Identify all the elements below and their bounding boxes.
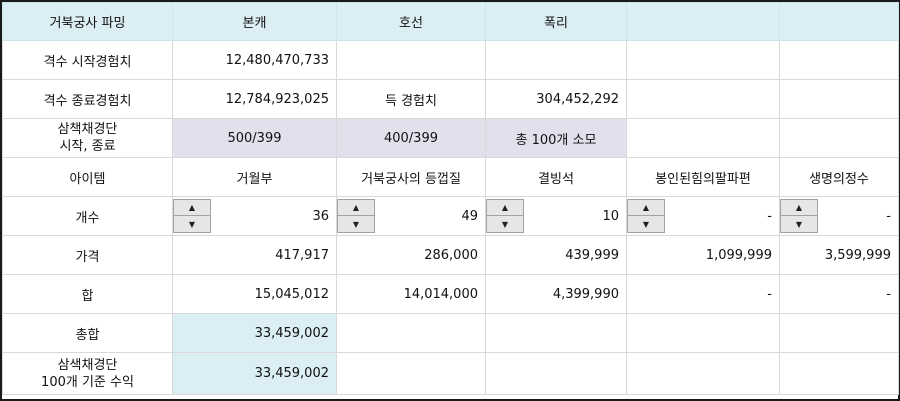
- header-cell-title: 거북궁사 파밍: [2, 2, 173, 41]
- scroll-hoseon-value[interactable]: 400/399: [336, 118, 486, 158]
- empty-cell[interactable]: [485, 313, 627, 353]
- gain-exp-value[interactable]: 304,452,292: [485, 79, 627, 119]
- price-value[interactable]: 417,917: [172, 235, 337, 275]
- header-cell-empty: [626, 2, 780, 41]
- header-cell-main: 본캐: [172, 2, 337, 41]
- empty-cell[interactable]: [626, 118, 780, 158]
- header-cell-hoseon: 호선: [336, 2, 486, 41]
- gain-exp-label: 득 경험치: [336, 79, 486, 119]
- scroll-row: 삼책채경단 시작, 종료 500/399 400/399 총 100개 소모: [2, 118, 899, 158]
- empty-cell[interactable]: [626, 313, 780, 353]
- count-cell: ▲ ▼ 10: [485, 196, 627, 236]
- profit-label: 삼색채경단 100개 기준 수익: [2, 352, 173, 395]
- total-label: 총합: [2, 313, 173, 353]
- spinner-down-icon[interactable]: ▼: [780, 216, 818, 233]
- end-exp-row: 격수 종료경험치 12,784,923,025 득 경험치 304,452,29…: [2, 79, 899, 119]
- subtotal-value[interactable]: -: [626, 274, 780, 314]
- subtotal-value[interactable]: 15,045,012: [172, 274, 337, 314]
- spinner: ▲ ▼: [627, 199, 665, 233]
- empty-cell[interactable]: [626, 79, 780, 119]
- count-value[interactable]: 49: [375, 209, 478, 224]
- spinner: ▲ ▼: [337, 199, 375, 233]
- item-name: 결빙석: [485, 157, 627, 197]
- subtotal-row: 합 15,045,012 14,014,000 4,399,990 - -: [2, 274, 899, 314]
- spinner-down-icon[interactable]: ▼: [337, 216, 375, 233]
- spinner-up-icon[interactable]: ▲: [627, 199, 665, 216]
- spinner-up-icon[interactable]: ▲: [486, 199, 524, 216]
- spinner: ▲ ▼: [780, 199, 818, 233]
- empty-cell[interactable]: [626, 40, 780, 80]
- profit-row: 삼색채경단 100개 기준 수익 33,459,002: [2, 352, 899, 395]
- end-exp-label: 격수 종료경험치: [2, 79, 173, 119]
- subtotal-label: 합: [2, 274, 173, 314]
- start-exp-value[interactable]: 12,480,470,733: [172, 40, 337, 80]
- end-exp-value[interactable]: 12,784,923,025: [172, 79, 337, 119]
- count-value[interactable]: 10: [524, 209, 619, 224]
- spinner-down-icon[interactable]: ▼: [627, 216, 665, 233]
- header-cell-empty: [779, 2, 899, 41]
- price-label: 가격: [2, 235, 173, 275]
- count-cell: ▲ ▼ 49: [336, 196, 486, 236]
- empty-cell[interactable]: [779, 313, 899, 353]
- spinner: ▲ ▼: [173, 199, 211, 233]
- empty-cell[interactable]: [779, 118, 899, 158]
- subtotal-value[interactable]: 4,399,990: [485, 274, 627, 314]
- profit-label-line2: 100개 기준 수익: [41, 374, 134, 390]
- spinner-up-icon[interactable]: ▲: [337, 199, 375, 216]
- spinner-up-icon[interactable]: ▲: [173, 199, 211, 216]
- scroll-label-line1: 삼책채경단: [57, 122, 118, 137]
- empty-cell[interactable]: [779, 79, 899, 119]
- empty-cell[interactable]: [779, 352, 899, 395]
- header-row: 거북궁사 파밍 본캐 호선 폭리: [2, 2, 899, 41]
- total-value[interactable]: 33,459,002: [172, 313, 337, 353]
- header-cell-pokri: 폭리: [485, 2, 627, 41]
- price-row: 가격 417,917 286,000 439,999 1,099,999 3,5…: [2, 235, 899, 275]
- empty-cell[interactable]: [485, 40, 627, 80]
- price-value[interactable]: 1,099,999: [626, 235, 780, 275]
- count-cell: ▲ ▼ -: [779, 196, 899, 236]
- price-value[interactable]: 286,000: [336, 235, 486, 275]
- subtotal-value[interactable]: 14,014,000: [336, 274, 486, 314]
- count-row: 개수 ▲ ▼ 36 ▲ ▼ 49 ▲ ▼ 10 ▲ ▼ - ▲ ▼ -: [2, 196, 899, 236]
- empty-cell[interactable]: [336, 40, 486, 80]
- spinner-down-icon[interactable]: ▼: [173, 216, 211, 233]
- spinner: ▲ ▼: [486, 199, 524, 233]
- start-exp-label: 격수 시작경험치: [2, 40, 173, 80]
- spinner-up-icon[interactable]: ▲: [780, 199, 818, 216]
- scroll-consumed-value[interactable]: 총 100개 소모: [485, 118, 627, 158]
- subtotal-value[interactable]: -: [779, 274, 899, 314]
- count-label: 개수: [2, 196, 173, 236]
- total-row: 총합 33,459,002: [2, 313, 899, 353]
- spreadsheet: 거북궁사 파밍 본캐 호선 폭리 격수 시작경험치 12,480,470,733…: [0, 0, 900, 401]
- item-name: 거북궁사의 등껍질: [336, 157, 486, 197]
- count-cell: ▲ ▼ -: [626, 196, 780, 236]
- profit-value[interactable]: 33,459,002: [172, 352, 337, 395]
- empty-cell[interactable]: [336, 313, 486, 353]
- scroll-label: 삼책채경단 시작, 종료: [2, 118, 173, 158]
- price-value[interactable]: 3,599,999: [779, 235, 899, 275]
- empty-cell[interactable]: [626, 352, 780, 395]
- item-name: 거월부: [172, 157, 337, 197]
- price-value[interactable]: 439,999: [485, 235, 627, 275]
- count-cell: ▲ ▼ 36: [172, 196, 337, 236]
- item-label: 아이템: [2, 157, 173, 197]
- count-value[interactable]: -: [665, 209, 772, 224]
- scroll-main-value[interactable]: 500/399: [172, 118, 337, 158]
- farming-table: 거북궁사 파밍 본캐 호선 폭리 격수 시작경험치 12,480,470,733…: [2, 2, 899, 395]
- count-value[interactable]: -: [818, 209, 891, 224]
- spinner-down-icon[interactable]: ▼: [486, 216, 524, 233]
- empty-cell[interactable]: [779, 40, 899, 80]
- count-value[interactable]: 36: [211, 209, 329, 224]
- empty-cell[interactable]: [485, 352, 627, 395]
- scroll-label-line2: 시작, 종료: [59, 139, 116, 154]
- start-exp-row: 격수 시작경험치 12,480,470,733: [2, 40, 899, 80]
- empty-cell[interactable]: [336, 352, 486, 395]
- profit-label-line1: 삼색채경단: [57, 357, 118, 373]
- item-name: 봉인된힘의팔파편: [626, 157, 780, 197]
- item-header-row: 아이템 거월부 거북궁사의 등껍질 결빙석 봉인된힘의팔파편 생명의정수: [2, 157, 899, 197]
- item-name: 생명의정수: [779, 157, 899, 197]
